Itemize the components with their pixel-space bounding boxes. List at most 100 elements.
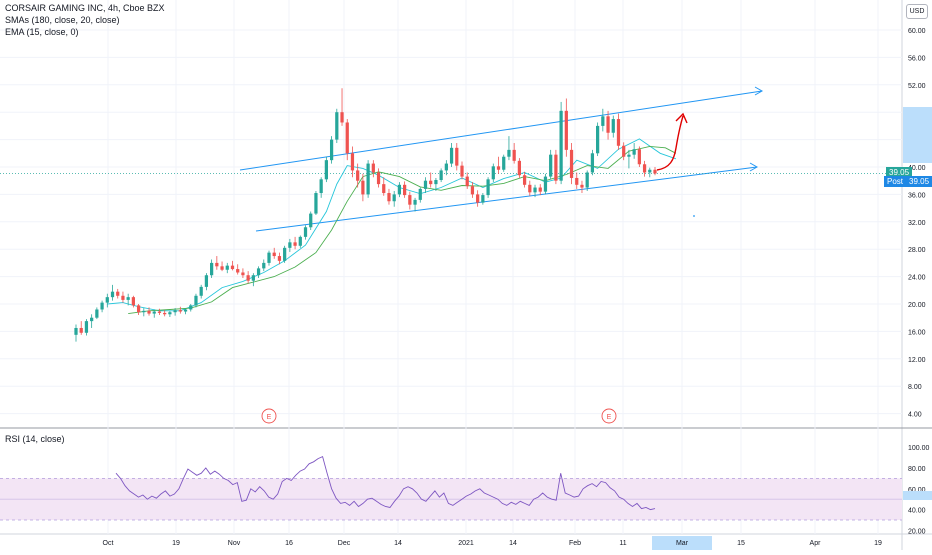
candle (251, 273, 255, 287)
symbol-title[interactable]: CORSAIR GAMING INC, 4h, Cboe BZX (5, 3, 165, 14)
candle (116, 288, 120, 299)
candle (225, 262, 229, 274)
candle-body (152, 311, 156, 314)
candle (298, 235, 302, 248)
candle-body (105, 297, 109, 303)
candle (470, 182, 475, 198)
chart-area[interactable]: E E 4.00 8.00 12.00 16.00 20.00 24.00 28.00 32.0… (0, 0, 932, 550)
candle (262, 259, 266, 272)
candle (502, 154, 506, 172)
candle-body (90, 317, 94, 322)
candle-body (470, 186, 475, 195)
time-tick-label: Mar (676, 540, 689, 547)
candle-body (350, 153, 355, 171)
candle-body (590, 153, 595, 173)
candle-body (74, 327, 78, 335)
candle-body (366, 163, 370, 195)
time-tick-label: Feb (569, 540, 581, 547)
candle-body (585, 172, 589, 188)
currency-button[interactable]: USD (906, 4, 928, 19)
price-tick-label: 28.00 (908, 247, 926, 254)
candle-body (606, 116, 610, 133)
ema-legend[interactable]: EMA (15, close, 0) (5, 27, 79, 38)
rsi-tick-label: 80.00 (908, 466, 926, 473)
candle-body (95, 309, 99, 318)
price-tick-label: 52.00 (908, 83, 926, 90)
time-tick-label: 16 (285, 540, 293, 547)
candle-body (502, 156, 506, 170)
candle-body (319, 179, 323, 194)
candle-body (210, 262, 214, 276)
candle-body (267, 252, 271, 263)
candle-body (168, 312, 172, 315)
candle (100, 300, 104, 313)
candle (194, 293, 198, 308)
candle (236, 264, 240, 275)
candle-body (486, 179, 490, 196)
candle (423, 177, 428, 194)
candle-body (376, 172, 381, 185)
candle-body (189, 305, 193, 310)
candle-body (230, 265, 235, 270)
candle-body (131, 297, 135, 306)
candle (554, 149, 558, 185)
chart-canvas[interactable]: E E 4.00 8.00 12.00 16.00 20.00 24.00 28.00 32.0… (0, 0, 932, 550)
time-tick-label: 14 (509, 540, 517, 547)
candle (392, 190, 396, 207)
candle (486, 177, 490, 198)
candle (611, 115, 615, 138)
candle-body (116, 291, 120, 296)
price-tick-label: 32.00 (908, 220, 926, 227)
candle (449, 143, 454, 167)
candle (569, 143, 574, 185)
grid-lines (0, 0, 932, 550)
candle-body (335, 112, 339, 140)
rsi-tick-label: 20.00 (908, 528, 926, 535)
candle (632, 143, 636, 159)
candle (314, 190, 318, 215)
candle (413, 197, 417, 212)
candle-body (204, 275, 209, 287)
rsi-tick-label: 100.00 (908, 445, 930, 452)
candle (564, 98, 568, 157)
candle-body (215, 262, 219, 267)
candle (642, 160, 647, 177)
candle-body (236, 269, 240, 273)
candle (653, 167, 657, 176)
candle (559, 101, 563, 185)
candle-body (183, 309, 188, 312)
candle (329, 136, 334, 164)
candle-body (496, 166, 501, 170)
price-axis: 4.00 8.00 12.00 16.00 20.00 24.00 28.00 32.00 36… (908, 28, 930, 535)
candle (95, 307, 99, 320)
candle-body (199, 286, 203, 296)
candle (382, 177, 386, 196)
sma-legend[interactable]: SMAs (180, close, 20, close) (5, 15, 120, 26)
candle-body (564, 110, 568, 150)
ma-line (107, 138, 677, 312)
candle-body (455, 147, 459, 166)
red-arrow-line (656, 115, 684, 171)
candle (580, 180, 584, 194)
candle-body (340, 112, 344, 123)
candle (283, 245, 287, 263)
candle-body (283, 247, 287, 261)
candle-body (476, 194, 480, 203)
candle-body (262, 262, 266, 269)
candle (350, 146, 355, 178)
candle-body (465, 176, 469, 187)
candle-body (157, 311, 162, 313)
candle-body (272, 252, 276, 257)
candle-body (429, 180, 433, 185)
rsi-legend[interactable]: RSI (14, close) (5, 434, 65, 445)
candle-body (423, 180, 428, 189)
candle-body (512, 149, 516, 161)
candle (371, 160, 375, 178)
time-tick-label: 15 (737, 540, 745, 547)
candle-body (194, 295, 198, 306)
price-tick-label: 60.00 (908, 28, 926, 35)
price-tick-label: 56.00 (908, 55, 926, 62)
candle (538, 184, 542, 196)
stray-dot (693, 215, 695, 217)
earnings-marker: E (601, 408, 617, 424)
